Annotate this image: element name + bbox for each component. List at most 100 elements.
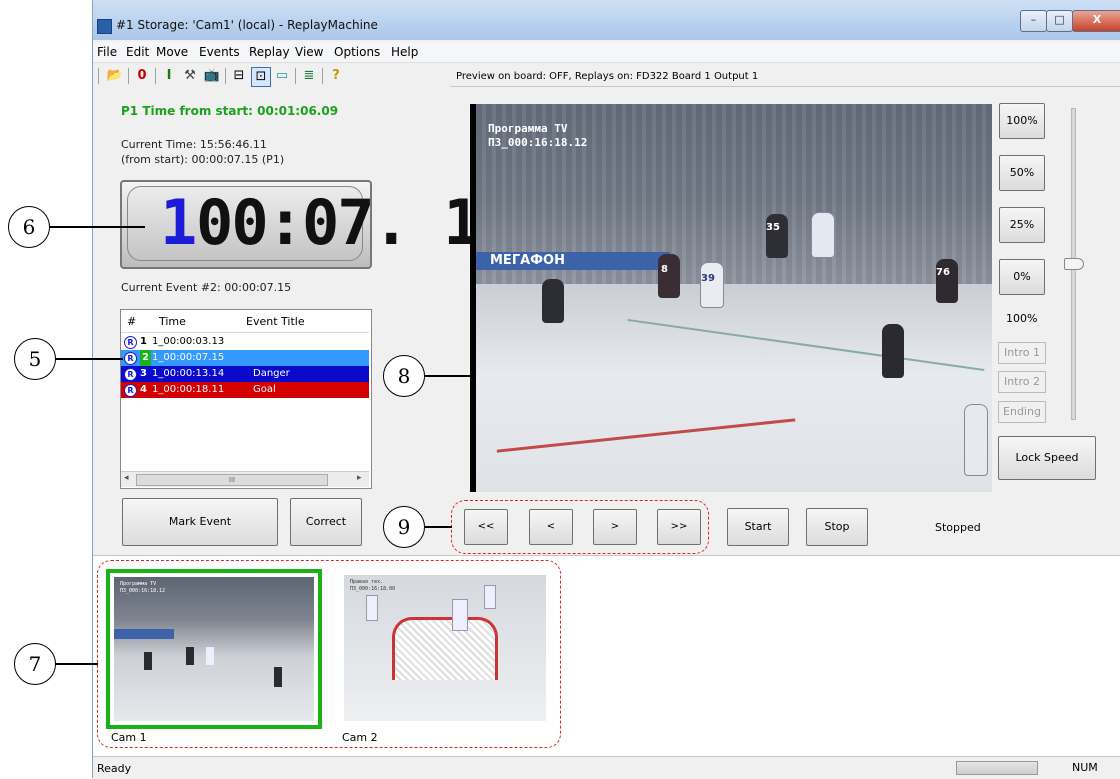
menu-bar: File Edit Move Events Replay View Option…: [93, 42, 1120, 63]
callout-leader-9: [424, 526, 452, 528]
callout-9: 9: [383, 506, 425, 548]
status-progress-bar: [956, 761, 1038, 775]
toolbar-separator: [322, 68, 323, 84]
ending-button[interactable]: Ending: [998, 401, 1046, 423]
callout-leader-7: [55, 663, 98, 665]
cameras-highlight: [97, 560, 561, 748]
jersey-number: 76: [936, 267, 950, 278]
app-icon: [97, 19, 112, 34]
speed-slider-thumb[interactable]: [1064, 258, 1084, 270]
event-number: 4: [140, 384, 147, 395]
menu-view[interactable]: View: [295, 45, 323, 59]
replay-badge-icon: R: [124, 352, 137, 365]
video-preview[interactable]: МЕГАФОН 8 39 35 76: [470, 104, 992, 492]
player: 8: [658, 254, 680, 298]
menu-events[interactable]: Events: [199, 45, 240, 59]
toolbar-separator: [295, 68, 296, 84]
event-time: 1_00:00:03.13: [152, 336, 225, 347]
menu-replay[interactable]: Replay: [249, 45, 290, 59]
close-button[interactable]: X: [1072, 10, 1120, 32]
event-row[interactable]: R 1 1_00:00:03.13: [121, 334, 369, 350]
callout-7: 7: [14, 643, 56, 685]
event-number: 2: [140, 350, 151, 366]
event-number: 1: [140, 336, 147, 347]
monitor-icon[interactable]: ⊡: [251, 67, 271, 87]
menu-edit[interactable]: Edit: [126, 45, 149, 59]
toolbar: 📂 0 I ⚒ 📺 ⊟ ⊡ ▭ ≣ ?: [93, 63, 448, 89]
cursor-i-icon[interactable]: I: [160, 67, 178, 85]
zoom-50-button[interactable]: 50%: [999, 155, 1045, 191]
callout-leader-6: [49, 226, 145, 228]
event-number: 3: [140, 368, 147, 379]
event-row[interactable]: R 3 1_00:00:13.14 Danger: [121, 366, 369, 382]
events-horizontal-scrollbar[interactable]: ◂ III ▸: [121, 471, 369, 487]
jersey-number: 35: [766, 222, 780, 233]
list-icon[interactable]: ≣: [300, 67, 318, 85]
events-table-header: # Time Event Title: [121, 310, 369, 333]
menu-file[interactable]: File: [97, 45, 117, 59]
jersey-number: 8: [661, 264, 668, 275]
event-row[interactable]: R 2 1_00:00:07.15: [121, 350, 369, 366]
player: [882, 324, 904, 378]
callout-8: 8: [383, 355, 425, 397]
col-header-title[interactable]: Event Title: [246, 315, 305, 328]
camera-icon[interactable]: ⊟: [230, 67, 248, 85]
intro-1-button[interactable]: Intro 1: [998, 342, 1046, 364]
lcd-player-digit: 1: [160, 186, 198, 259]
zoom-0-button[interactable]: 0%: [999, 259, 1045, 295]
speed-value: 100%: [1006, 312, 1038, 325]
menu-help[interactable]: Help: [391, 45, 418, 59]
maximize-button[interactable]: □: [1046, 10, 1073, 32]
open-folder-icon[interactable]: 📂: [106, 67, 124, 85]
video-overlay-timecode: П3_000:16:18.12: [488, 136, 588, 149]
toolbar-separator: [128, 68, 129, 84]
current-event-label: Current Event #2: 00:00:07.15: [121, 281, 292, 294]
event-time: 1_00:00:07.15: [152, 352, 225, 363]
window-icon[interactable]: ▭: [273, 67, 291, 85]
window-title: #1 Storage: 'Cam1' (local) - ReplayMachi…: [116, 18, 378, 32]
start-button[interactable]: Start: [727, 508, 789, 546]
player: 39: [700, 262, 724, 308]
num-lock-indicator: NUM: [1072, 761, 1098, 774]
lock-speed-button[interactable]: Lock Speed: [998, 436, 1096, 480]
mark-event-button[interactable]: Mark Event: [122, 498, 278, 546]
tv-icon[interactable]: 📺: [203, 67, 221, 85]
stop-button[interactable]: Stop: [806, 508, 868, 546]
p1-time-from-start: P1 Time from start: 00:01:06.09: [121, 104, 339, 118]
menu-options[interactable]: Options: [334, 45, 380, 59]
col-header-number[interactable]: #: [127, 315, 136, 328]
tools-icon[interactable]: ⚒: [181, 67, 199, 85]
player: [811, 212, 835, 258]
replay-badge-icon: R: [124, 384, 137, 397]
zoom-100-button[interactable]: 100%: [999, 103, 1045, 139]
scroll-left-arrow-icon[interactable]: ◂: [124, 473, 129, 483]
toolbar-separator: [155, 68, 156, 84]
zoom-25-button[interactable]: 25%: [999, 207, 1045, 243]
scroll-thumb[interactable]: III: [136, 474, 328, 486]
replay-badge-icon: R: [124, 368, 137, 381]
sponsor-board: МЕГАФОН: [476, 252, 670, 270]
help-icon[interactable]: ?: [327, 67, 345, 85]
jersey-number: 39: [701, 273, 715, 284]
video-overlay-channel: Программа TV: [488, 122, 568, 135]
player: 35: [766, 214, 788, 258]
ice-line: [627, 318, 985, 372]
minimize-button[interactable]: –: [1020, 10, 1047, 32]
replay-badge-icon: R: [124, 336, 137, 349]
correct-button[interactable]: Correct: [290, 498, 362, 546]
menu-move[interactable]: Move: [156, 45, 188, 59]
callout-leader-5: [55, 358, 123, 360]
nav-buttons-highlight: [451, 500, 709, 554]
event-row[interactable]: R 4 1_00:00:18.11 Goal: [121, 382, 369, 398]
event-time: 1_00:00:18.11: [152, 384, 225, 395]
event-title: Danger: [253, 368, 290, 379]
callout-5: 5: [14, 338, 56, 380]
lcd-time-digits: 00:07. 15: [196, 186, 516, 259]
player: 76: [936, 259, 958, 303]
col-header-time[interactable]: Time: [159, 315, 186, 328]
intro-2-button[interactable]: Intro 2: [998, 371, 1046, 393]
scroll-right-arrow-icon[interactable]: ▸: [357, 473, 362, 483]
player: [964, 404, 988, 476]
zero-icon[interactable]: 0: [133, 67, 151, 85]
event-time: 1_00:00:13.14: [152, 368, 225, 379]
